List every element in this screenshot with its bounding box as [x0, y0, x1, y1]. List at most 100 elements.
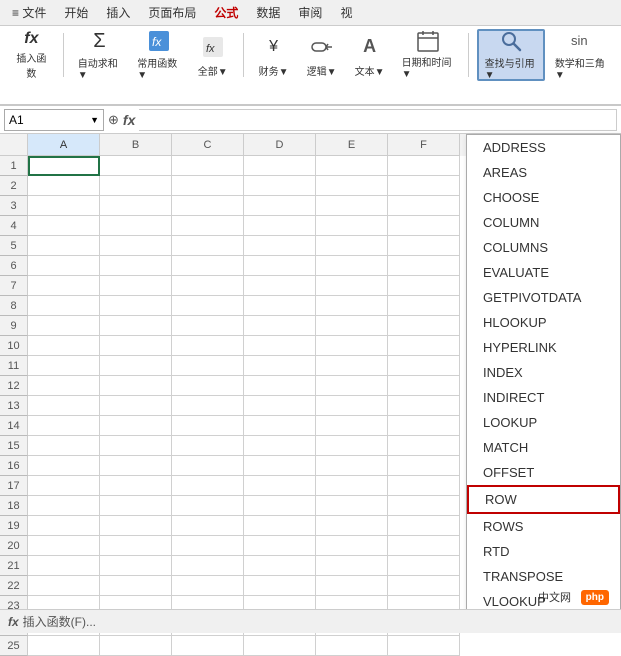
dropdown-item-rtd[interactable]: RTD	[467, 539, 620, 564]
cell-E2[interactable]	[316, 176, 388, 196]
col-header-B[interactable]: B	[100, 134, 172, 156]
cell-B13[interactable]	[100, 396, 172, 416]
cell-C8[interactable]	[172, 296, 244, 316]
col-header-A[interactable]: A	[28, 134, 100, 156]
cell-A25[interactable]	[28, 636, 100, 656]
cell-B12[interactable]	[100, 376, 172, 396]
cell-D8[interactable]	[244, 296, 316, 316]
cell-E1[interactable]	[316, 156, 388, 176]
lookup-btn[interactable]: 查找与引用▼	[477, 29, 545, 81]
cell-C15[interactable]	[172, 436, 244, 456]
cell-A6[interactable]	[28, 256, 100, 276]
cell-F8[interactable]	[388, 296, 460, 316]
cell-F20[interactable]	[388, 536, 460, 556]
cell-D25[interactable]	[244, 636, 316, 656]
cell-A14[interactable]	[28, 416, 100, 436]
cell-B22[interactable]	[100, 576, 172, 596]
cell-F1[interactable]	[388, 156, 460, 176]
cell-D12[interactable]	[244, 376, 316, 396]
cell-F7[interactable]	[388, 276, 460, 296]
cell-E4[interactable]	[316, 216, 388, 236]
cell-C16[interactable]	[172, 456, 244, 476]
cell-B20[interactable]	[100, 536, 172, 556]
menu-view[interactable]: 视	[332, 2, 360, 23]
autosum-btn[interactable]: Σ 自动求和▼	[72, 29, 127, 81]
cell-D21[interactable]	[244, 556, 316, 576]
cell-B7[interactable]	[100, 276, 172, 296]
cell-E14[interactable]	[316, 416, 388, 436]
col-header-F[interactable]: F	[388, 134, 460, 156]
logic-btn[interactable]: 逻辑▼	[300, 29, 344, 81]
cell-D11[interactable]	[244, 356, 316, 376]
cell-A21[interactable]	[28, 556, 100, 576]
cell-B5[interactable]	[100, 236, 172, 256]
menu-data[interactable]: 数据	[248, 2, 288, 23]
cell-F6[interactable]	[388, 256, 460, 276]
col-header-D[interactable]: D	[244, 134, 316, 156]
cell-A22[interactable]	[28, 576, 100, 596]
formula-input[interactable]	[139, 109, 617, 131]
cell-A7[interactable]	[28, 276, 100, 296]
cell-F12[interactable]	[388, 376, 460, 396]
cell-F14[interactable]	[388, 416, 460, 436]
dropdown-item-getpivotdata[interactable]: GETPIVOTDATA	[467, 285, 620, 310]
cell-C22[interactable]	[172, 576, 244, 596]
cell-E5[interactable]	[316, 236, 388, 256]
cell-C2[interactable]	[172, 176, 244, 196]
cell-B17[interactable]	[100, 476, 172, 496]
cell-B18[interactable]	[100, 496, 172, 516]
cell-D20[interactable]	[244, 536, 316, 556]
text-btn[interactable]: A 文本▼	[348, 29, 392, 81]
cell-B21[interactable]	[100, 556, 172, 576]
cell-E22[interactable]	[316, 576, 388, 596]
dropdown-item-row[interactable]: ROW	[467, 485, 620, 514]
cell-A13[interactable]	[28, 396, 100, 416]
cell-F10[interactable]	[388, 336, 460, 356]
cell-A19[interactable]	[28, 516, 100, 536]
cell-D1[interactable]	[244, 156, 316, 176]
cell-A17[interactable]	[28, 476, 100, 496]
cell-F13[interactable]	[388, 396, 460, 416]
cell-F4[interactable]	[388, 216, 460, 236]
dropdown-item-evaluate[interactable]: EVALUATE	[467, 260, 620, 285]
dropdown-item-indirect[interactable]: INDIRECT	[467, 385, 620, 410]
cell-A1[interactable]	[28, 156, 100, 176]
cell-E6[interactable]	[316, 256, 388, 276]
cell-A11[interactable]	[28, 356, 100, 376]
dropdown-item-index[interactable]: INDEX	[467, 360, 620, 385]
cell-C3[interactable]	[172, 196, 244, 216]
name-box[interactable]: A1 ▼	[4, 109, 104, 131]
math-btn[interactable]: sin 数学和三角▼	[549, 29, 613, 81]
menu-file[interactable]: ≡ 文件	[4, 2, 54, 23]
dropdown-item-lookup[interactable]: LOOKUP	[467, 410, 620, 435]
cell-B16[interactable]	[100, 456, 172, 476]
cell-C13[interactable]	[172, 396, 244, 416]
cell-F21[interactable]	[388, 556, 460, 576]
datetime-btn[interactable]: 日期和时间▼	[396, 29, 460, 81]
cell-E15[interactable]	[316, 436, 388, 456]
cell-E16[interactable]	[316, 456, 388, 476]
menu-page-layout[interactable]: 页面布局	[140, 2, 204, 23]
cell-E25[interactable]	[316, 636, 388, 656]
cell-B11[interactable]	[100, 356, 172, 376]
bottombar-insert-func[interactable]: 插入函数(F)...	[23, 613, 96, 630]
cell-A10[interactable]	[28, 336, 100, 356]
cell-C9[interactable]	[172, 316, 244, 336]
cell-D18[interactable]	[244, 496, 316, 516]
cell-F16[interactable]	[388, 456, 460, 476]
dropdown-item-columns[interactable]: COLUMNS	[467, 235, 620, 260]
cell-C4[interactable]	[172, 216, 244, 236]
cell-B6[interactable]	[100, 256, 172, 276]
cell-D2[interactable]	[244, 176, 316, 196]
dropdown-item-column[interactable]: COLUMN	[467, 210, 620, 235]
cell-B2[interactable]	[100, 176, 172, 196]
dropdown-item-areas[interactable]: AREAS	[467, 160, 620, 185]
cell-D5[interactable]	[244, 236, 316, 256]
cell-E7[interactable]	[316, 276, 388, 296]
cell-D22[interactable]	[244, 576, 316, 596]
cell-A16[interactable]	[28, 456, 100, 476]
cell-F3[interactable]	[388, 196, 460, 216]
cell-D19[interactable]	[244, 516, 316, 536]
cell-E19[interactable]	[316, 516, 388, 536]
cell-E10[interactable]	[316, 336, 388, 356]
